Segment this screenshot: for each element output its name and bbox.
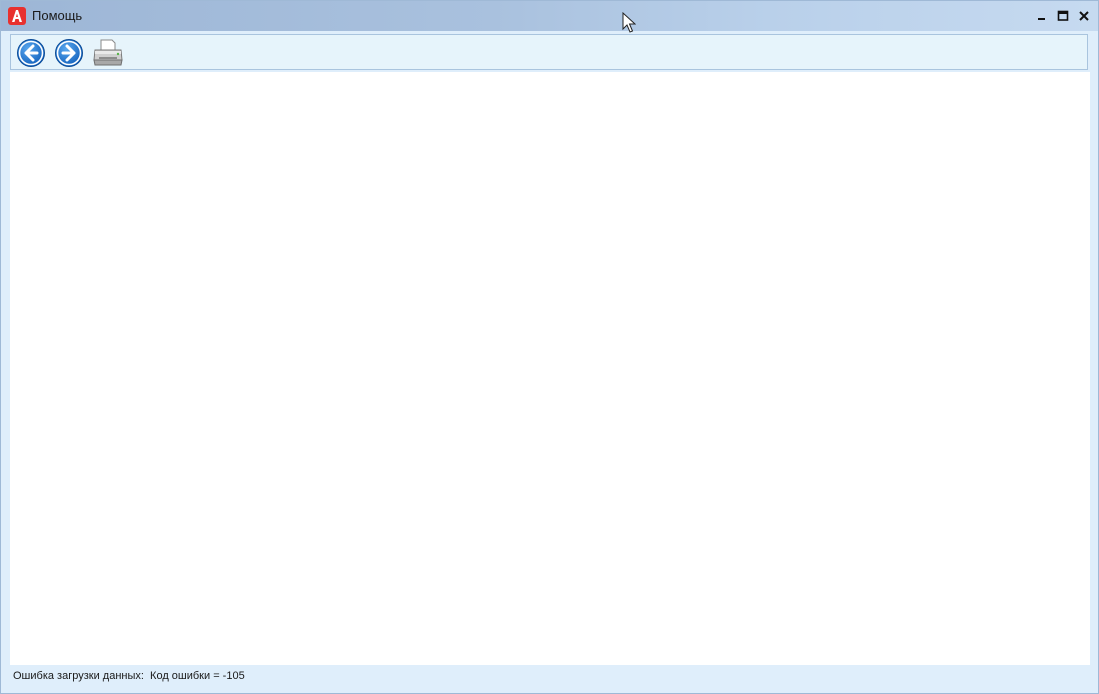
status-message: Ошибка загрузки данных: Код ошибки = -10… [13,670,245,682]
app-logo-icon [8,7,26,25]
forward-button[interactable] [53,37,85,69]
mouse-cursor-icon [622,12,636,33]
status-bar: Ошибка загрузки данных: Код ошибки = -10… [1,665,1098,693]
minimize-button[interactable] [1032,6,1052,26]
maximize-button[interactable] [1053,6,1073,26]
window-title: Помощь [32,8,83,23]
maximize-icon [1057,10,1069,21]
minimize-icon [1038,18,1045,20]
toolbar [10,34,1088,70]
help-window: Помощь Ошибка загрузки данных: Код ошибк… [0,0,1099,694]
back-button[interactable] [15,37,47,69]
title-bar[interactable]: Помощь [1,1,1098,31]
close-icon [1079,11,1089,21]
close-button[interactable] [1074,6,1094,26]
printer-icon [93,39,123,66]
arrow-left-icon [17,39,45,67]
print-button[interactable] [92,37,124,69]
help-content-area[interactable] [10,72,1090,665]
arrow-right-icon [55,39,83,67]
